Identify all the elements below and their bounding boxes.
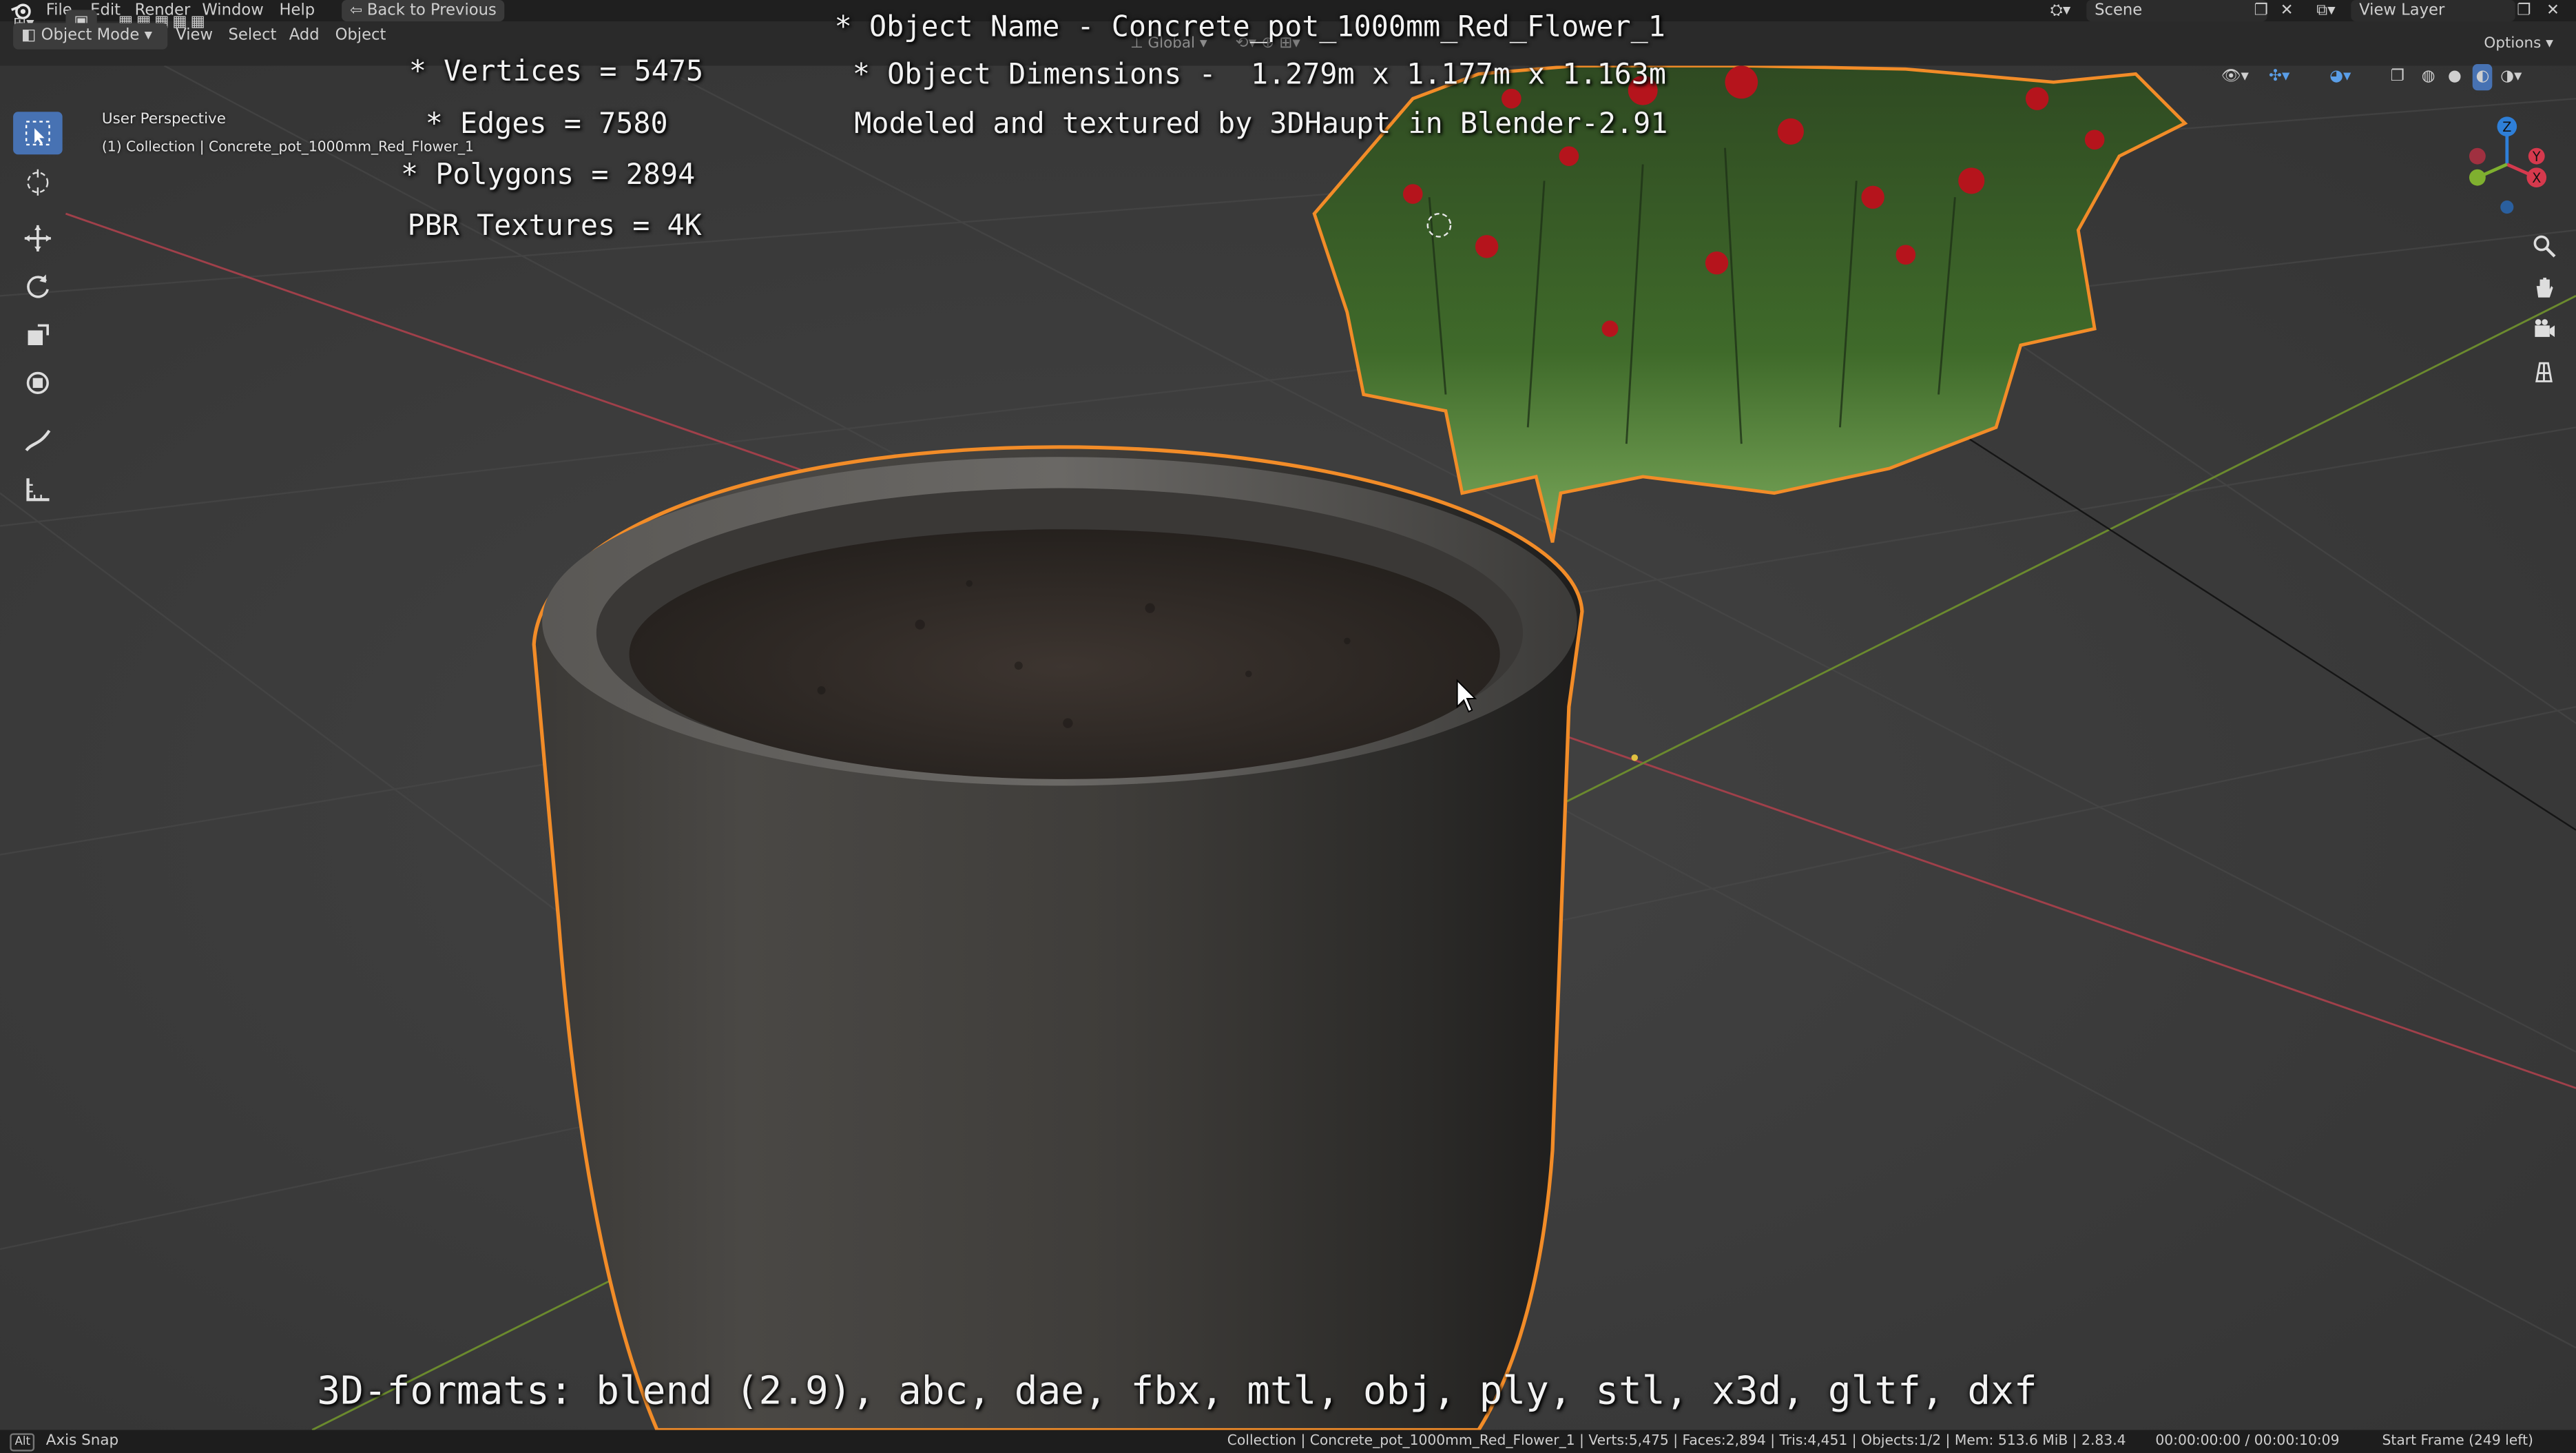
menu-help[interactable]: Help [279, 0, 315, 21]
shading-rendered-icon[interactable]: ◑▾ [2500, 64, 2522, 90]
view-layer-icon[interactable]: ⧉▾ [2316, 0, 2336, 21]
scene-selector-icon[interactable]: ⛭▾ [2050, 0, 2071, 21]
object-dimensions: * Object Dimensions - 1.279m x 1.177m x … [852, 59, 1667, 92]
shading-wireframe-icon[interactable]: ◍ [2422, 64, 2435, 90]
menu-view[interactable]: View [176, 23, 213, 49]
transform-tool-icon[interactable] [13, 362, 63, 404]
cursor-tool-icon[interactable] [13, 161, 63, 204]
pan-hand-icon[interactable] [2525, 268, 2561, 304]
object-mode-icon: ◧ [21, 26, 41, 45]
options-label: Options [2484, 36, 2542, 53]
axis-snap-hint: Axis Snap [45, 1433, 119, 1450]
viewport-scene[interactable] [0, 0, 2576, 1453]
vertices-count: * Vertices = 5475 [408, 56, 704, 89]
shading-material-icon[interactable]: ◐ [2472, 64, 2493, 91]
playback-time: 00:00:00:00 / 00:00:10:09 [2155, 1433, 2340, 1450]
menu-select[interactable]: Select [229, 23, 277, 49]
menu-object[interactable]: Object [335, 23, 386, 49]
object-mode-dropdown[interactable]: ◧ Object Mode ▾ [13, 23, 168, 50]
gizmo-toggle-icon[interactable]: ✣▾ [2269, 64, 2289, 90]
menu-add[interactable]: Add [289, 23, 320, 49]
shading-solid-icon[interactable]: ● [2448, 64, 2462, 90]
zoom-icon[interactable] [2525, 227, 2561, 262]
gizmo-x-label: X [2532, 171, 2541, 186]
delete-scene-icon[interactable]: ✕ [2281, 0, 2294, 21]
viewport-visibility-icons[interactable]: 👁▾ [2221, 64, 2249, 90]
alt-key-badge: Alt [10, 1433, 36, 1452]
gizmo-y-label: Y [2532, 150, 2541, 165]
object-name-title: * Object Name - Concrete_pot_1000mm_Red_… [834, 11, 1665, 45]
gizmo-z-label: Z [2502, 120, 2511, 135]
menu-window[interactable]: Window [202, 0, 263, 21]
scene-field[interactable]: Scene [2086, 0, 2267, 22]
polygons-count: * Polygons = 2894 [400, 159, 696, 193]
annotate-tool-icon[interactable] [13, 419, 63, 462]
new-view-layer-icon[interactable]: ❐ [2517, 0, 2531, 21]
xray-toggle-icon[interactable]: ❐ [2390, 64, 2404, 90]
chevron-down-icon: ▾ [139, 26, 152, 45]
delete-view-layer-icon[interactable]: ✕ [2546, 0, 2559, 21]
rotate-tool-icon[interactable] [13, 265, 63, 307]
navigation-gizmo[interactable]: Z X Y [2458, 112, 2556, 217]
options-dropdown[interactable]: Options ▾ [2484, 31, 2553, 57]
textures-resolution: PBR Textures = 4K [407, 210, 702, 244]
viewport-perspective-label: User Perspective [101, 112, 226, 129]
view-layer-field[interactable]: View Layer [2351, 0, 2515, 22]
measure-tool-icon[interactable] [13, 468, 63, 511]
scene-statistics: Collection | Concrete_pot_1000mm_Red_Flo… [1227, 1433, 2126, 1450]
author-credits: Modeled and textured by 3DHaupt in Blend… [854, 108, 1668, 142]
export-formats-caption: 3D-formats: blend (2.9), abc, dae, fbx, … [317, 1367, 2037, 1414]
object-mode-label: Object Mode [41, 26, 140, 45]
new-scene-icon[interactable]: ❐ [2254, 0, 2267, 21]
edges-count: * Edges = 7580 [425, 108, 668, 142]
back-icon: ⇦ [350, 3, 367, 20]
select-tool-icon[interactable] [13, 112, 63, 155]
overlays-toggle-icon[interactable]: ◕▾ [2329, 64, 2351, 90]
camera-view-icon[interactable] [2525, 311, 2561, 347]
back-to-previous-label: Back to Previous [366, 1, 497, 20]
scale-tool-icon[interactable] [13, 314, 63, 357]
status-bar: Alt Axis Snap Collection | Concrete_pot_… [0, 1430, 2576, 1453]
viewport-collection-label: (1) Collection | Concrete_pot_1000mm_Red… [101, 139, 474, 156]
perspective-toggle-icon[interactable] [2525, 353, 2561, 389]
back-to-previous-button[interactable]: ⇦ Back to Previous [342, 0, 505, 22]
start-frame-info: Start Frame (249 left) [2382, 1433, 2533, 1450]
move-tool-icon[interactable] [13, 217, 63, 260]
